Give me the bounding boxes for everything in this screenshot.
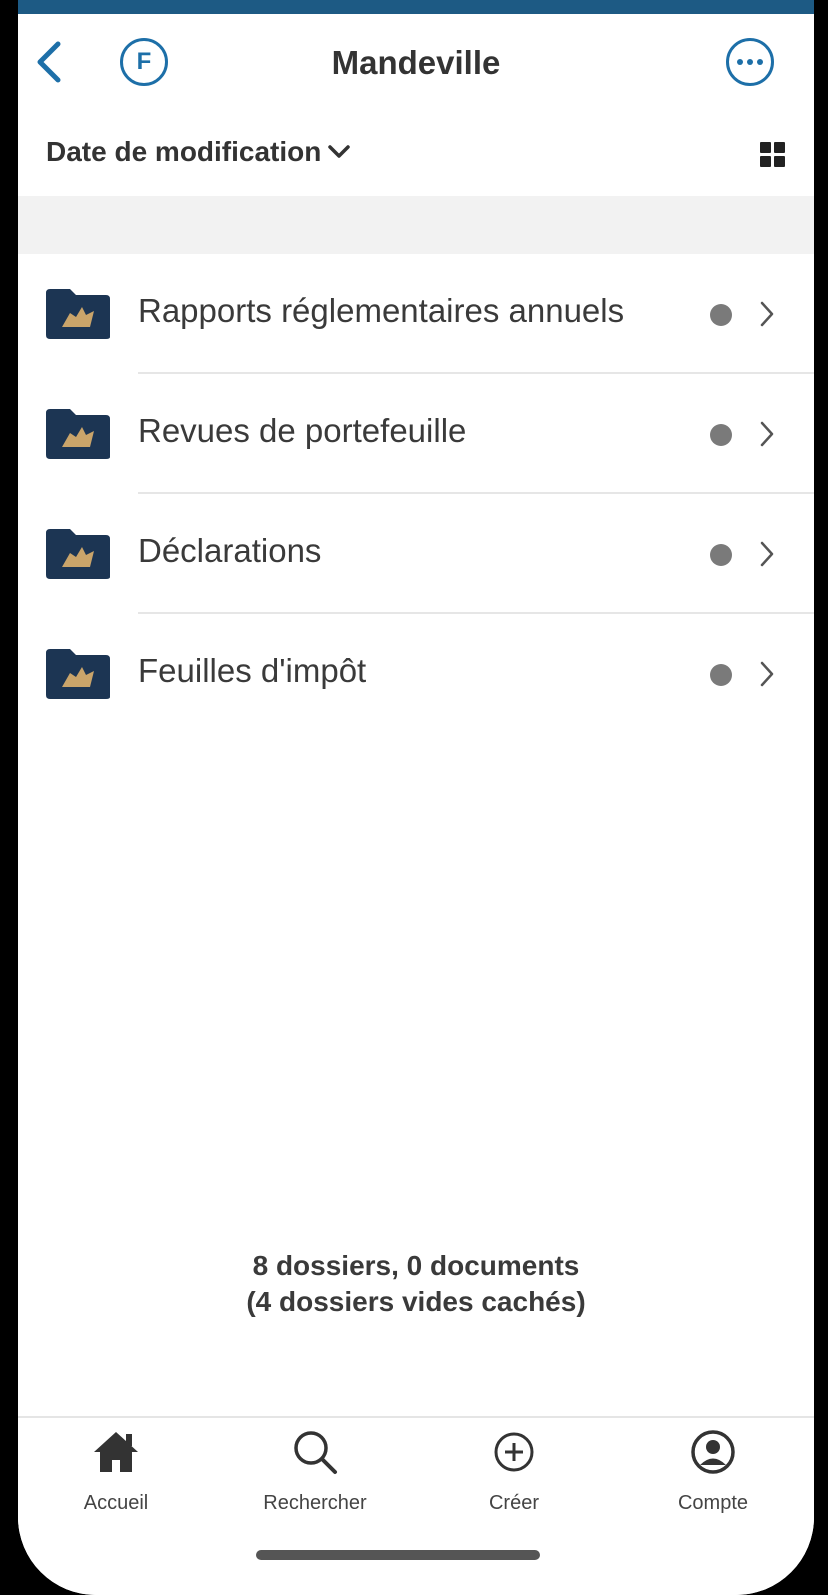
folder-icon [46,649,110,699]
device-frame: F Mandeville Date de modification Rappor… [0,0,828,1595]
account-icon [691,1430,735,1474]
bottom-tab-bar: Accueil Rechercher Créer Compte [18,1416,814,1595]
tab-compte[interactable]: Compte [633,1426,793,1515]
home-icon [94,1432,138,1472]
folder-row[interactable]: Revues de portefeuille [18,374,814,494]
search-icon [294,1431,337,1474]
folder-row[interactable]: Feuilles d'impôt [18,614,814,734]
header-bar: F Mandeville [18,14,814,114]
home-indicator[interactable] [256,1550,540,1560]
tab-rechercher[interactable]: Rechercher [235,1426,395,1515]
chevron-right-icon [760,421,774,447]
ellipsis-icon [737,59,743,65]
sort-dropdown[interactable]: Date de modification [46,136,351,168]
folder-icon [46,289,110,339]
folder-name: Revues de portefeuille [138,412,467,449]
tab-label: Accueil [83,1492,149,1514]
chevron-right-icon [760,301,774,327]
top-accent-bar [18,0,814,14]
folder-list: Rapports réglementaires annuels Revues d… [18,254,814,734]
tab-accueil[interactable]: Accueil [36,1426,196,1515]
status-dot [710,304,732,326]
chevron-down-icon [328,145,351,158]
chevron-right-icon [760,541,774,567]
sort-label: Date de modification [46,136,322,167]
chevron-right-icon [760,661,774,687]
sort-bar: Date de modification [18,116,814,196]
folder-icon [46,409,110,459]
status-dot [710,664,732,686]
section-spacer [18,196,814,254]
status-dot [710,544,732,566]
summary-hidden: (4 dossiers vides cachés) [246,1286,586,1317]
tab-label: Compte [677,1492,749,1514]
tab-label: Créer [488,1492,539,1514]
folder-row[interactable]: Rapports réglementaires annuels [18,254,814,374]
app-screen: F Mandeville Date de modification Rappor… [18,0,814,1595]
folder-row[interactable]: Déclarations [18,494,814,614]
more-options-button[interactable] [726,38,774,86]
folder-summary: 8 dossiers, 0 documents (4 dossiers vide… [18,1248,814,1320]
folder-name: Rapports réglementaires annuels [138,292,625,329]
folder-name: Feuilles d'impôt [138,652,367,689]
status-dot [710,424,732,446]
grid-view-button[interactable] [760,142,786,168]
folder-icon [46,529,110,579]
folder-name: Déclarations [138,532,322,569]
summary-count: 8 dossiers, 0 documents [252,1250,580,1281]
tab-creer[interactable]: Créer [434,1426,594,1515]
tab-label: Rechercher [263,1492,367,1514]
page-title: Mandeville [331,44,501,81]
plus-circle-icon [494,1432,534,1472]
